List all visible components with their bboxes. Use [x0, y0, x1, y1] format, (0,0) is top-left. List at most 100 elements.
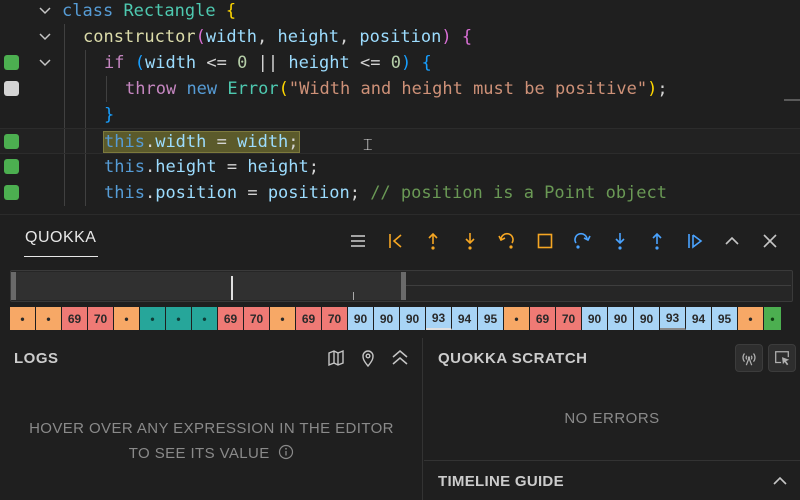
scratch-empty-message: NO ERRORS — [564, 410, 660, 427]
code-editor[interactable]: class Rectangle {constructor(width, heig… — [0, 0, 800, 214]
timeline-step[interactable]: • — [166, 307, 192, 330]
code-line[interactable]: class Rectangle { — [0, 0, 800, 24]
quokka-panel-header: QUOKKA — [0, 214, 800, 266]
continue-icon[interactable] — [683, 229, 707, 253]
coverage-covered-marker — [4, 55, 19, 70]
inspect-button[interactable] — [768, 344, 796, 372]
timeline-guide-section[interactable]: TIMELINE GUIDE — [424, 460, 800, 500]
timeline-step[interactable]: • — [192, 307, 218, 330]
timeline-step[interactable]: 69 — [530, 307, 556, 330]
code-text[interactable]: if (width <= 0 || height <= 0) { — [104, 50, 432, 76]
timeline-step[interactable]: 90 — [400, 307, 426, 330]
code-token: , — [257, 27, 278, 47]
timeline-scrubber[interactable] — [10, 270, 793, 302]
active-tab-indicator — [24, 256, 98, 257]
step-out-back-icon[interactable] — [421, 229, 445, 253]
timeline-step[interactable]: 70 — [556, 307, 582, 330]
code-token: this — [104, 183, 145, 203]
code-text[interactable]: constructor(width, height, position) { — [83, 24, 472, 50]
timeline-step[interactable]: 90 — [608, 307, 634, 330]
timeline-step[interactable]: 94 — [452, 307, 478, 330]
timeline-step[interactable]: • — [36, 307, 62, 330]
timeline-step[interactable]: 90 — [634, 307, 660, 330]
timeline-step[interactable]: • — [140, 307, 166, 330]
location-pin-icon[interactable] — [358, 348, 378, 368]
step-over-back-icon[interactable] — [495, 229, 519, 253]
timeline-current-position[interactable] — [231, 276, 233, 300]
step-out-icon[interactable] — [645, 229, 669, 253]
code-token: // position is a Point object — [370, 183, 667, 203]
timeline-step[interactable]: 93 — [426, 307, 452, 330]
code-token: <= — [196, 53, 238, 73]
timeline-step[interactable]: 90 — [348, 307, 374, 330]
code-line[interactable]: this.position = position; // position is… — [0, 180, 800, 206]
timeline-step[interactable]: 69 — [296, 307, 322, 330]
code-text[interactable]: throw new Error("Width and height must b… — [125, 76, 668, 102]
code-line[interactable]: if (width <= 0 || height <= 0) { — [0, 50, 800, 76]
live-broadcast-button[interactable] — [735, 344, 763, 372]
timeline-step[interactable]: 93 — [660, 307, 686, 330]
timeline-range-start-handle[interactable] — [11, 272, 16, 300]
map-icon[interactable] — [326, 348, 346, 368]
tab-quokka[interactable]: QUOKKA — [25, 229, 96, 247]
timeline-step[interactable]: • — [270, 307, 296, 330]
indent-guide — [85, 180, 86, 206]
timeline-step[interactable]: • — [738, 307, 764, 330]
step-into-back-icon[interactable] — [458, 229, 482, 253]
fold-chevron-icon[interactable] — [36, 50, 54, 76]
collapse-all-icon[interactable] — [390, 348, 410, 368]
timeline-step[interactable]: • — [504, 307, 530, 330]
code-token: 0 — [390, 53, 401, 73]
code-token: { — [461, 27, 473, 47]
timeline-step[interactable]: 70 — [244, 307, 270, 330]
timeline-step[interactable]: 95 — [712, 307, 738, 330]
timeline-step[interactable]: 94 — [686, 307, 712, 330]
code-line[interactable]: this.width = width; — [0, 128, 800, 154]
code-line[interactable]: } — [0, 102, 800, 128]
fold-chevron-icon[interactable] — [36, 24, 54, 50]
timeline-step[interactable]: 90 — [374, 307, 400, 330]
timeline-step[interactable]: 95 — [478, 307, 504, 330]
code-text[interactable]: this.height = height; — [104, 154, 319, 180]
step-into-icon[interactable] — [608, 229, 632, 253]
step-back-start-icon[interactable] — [384, 229, 408, 253]
timeline-visible-range[interactable] — [15, 272, 405, 300]
code-text[interactable]: } — [104, 102, 114, 128]
timeline-step[interactable]: 70 — [88, 307, 114, 330]
chevron-up-icon[interactable] — [720, 229, 744, 253]
logs-empty-message-line2: TO SEE ITS VALUE — [0, 444, 423, 462]
code-token: position — [155, 183, 238, 203]
code-text[interactable]: class Rectangle { — [62, 0, 236, 24]
timeline-step[interactable]: 90 — [582, 307, 608, 330]
code-token: ( — [195, 27, 206, 47]
close-icon[interactable] — [758, 229, 782, 253]
timeline-range-end-handle[interactable] — [401, 272, 406, 300]
quokka-scratch-panel: QUOKKA SCRATCH NO ERRORS TIMELINE GUIDE — [424, 338, 800, 500]
code-text[interactable]: this.position = position; // position is… — [104, 180, 667, 206]
timeline-step[interactable]: 69 — [218, 307, 244, 330]
logs-empty-message-line1: HOVER OVER ANY EXPRESSION IN THE EDITOR — [29, 420, 394, 437]
timeline-step[interactable]: • — [114, 307, 140, 330]
timeline-step[interactable]: • — [10, 307, 36, 330]
stop-icon[interactable] — [533, 229, 557, 253]
indent-guide — [85, 50, 86, 76]
code-text[interactable]: this.width = width; — [103, 129, 300, 155]
code-token: Error — [227, 79, 279, 99]
timeline-step[interactable]: 69 — [62, 307, 88, 330]
code-line[interactable]: constructor(width, height, position) { — [0, 24, 800, 50]
indent-guide — [64, 102, 65, 128]
highlighted-expression[interactable]: this.width = width; — [103, 131, 300, 153]
list-icon[interactable] — [346, 229, 370, 253]
code-line[interactable]: this.height = height; — [0, 154, 800, 180]
timeline-step[interactable]: 70 — [322, 307, 348, 330]
info-icon[interactable] — [278, 444, 294, 460]
fold-chevron-icon[interactable] — [36, 0, 54, 24]
timeline-step[interactable]: • — [764, 307, 782, 330]
chevron-up-icon[interactable] — [770, 471, 790, 491]
step-over-icon[interactable] — [570, 229, 594, 253]
code-token: height — [277, 27, 339, 47]
code-token: . — [144, 183, 156, 203]
code-line[interactable]: throw new Error("Width and height must b… — [0, 76, 800, 102]
